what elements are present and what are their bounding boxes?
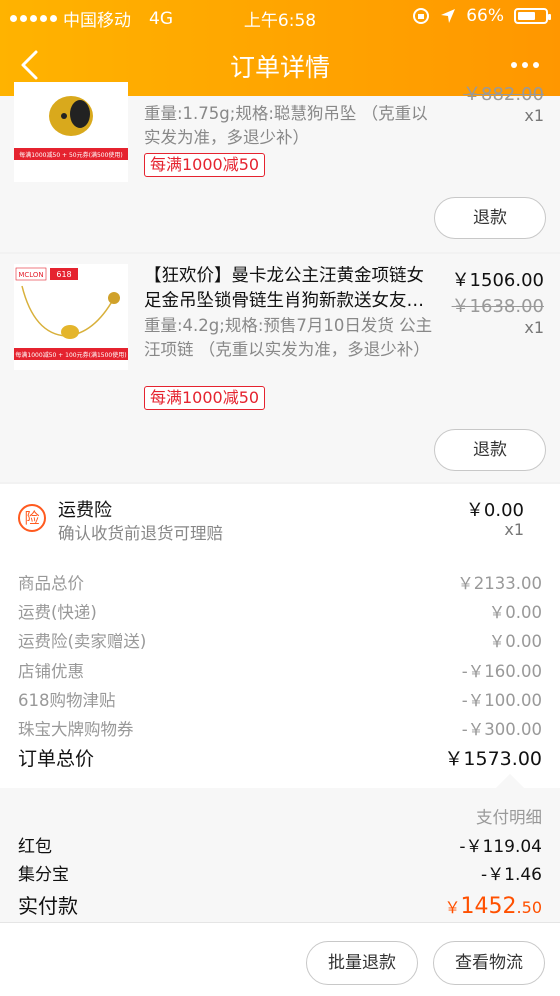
refund-button[interactable]: 退款 — [434, 429, 546, 471]
payment-row: 红包 -￥119.04 — [18, 832, 542, 857]
product-image: 每满1000减50 + 50元券(满500使用) — [14, 82, 128, 182]
summary-label: 店铺优惠 — [18, 662, 84, 681]
payment-detail-link[interactable]: 支付明细 — [476, 804, 542, 828]
view-logistics-button[interactable]: 查看物流 — [433, 941, 545, 985]
item-title[interactable]: 【狂欢价】曼卡龙公主汪黄金项链女足金吊坠锁骨链生肖狗新款送女友… — [144, 264, 440, 314]
summary-row: 618购物津贴 -￥100.00 — [18, 687, 542, 711]
promo-tag: 每满1000减50 — [144, 153, 266, 177]
summary-value: ￥0.00 — [488, 632, 542, 651]
more-dots-icon — [511, 62, 517, 68]
page-title: 订单详情 — [229, 53, 330, 82]
insurance-icon: 险 — [18, 504, 46, 532]
promo-tag: 每满1000减50 — [144, 386, 266, 410]
item-old-price: ￥882.00 — [463, 84, 544, 105]
thumb-strip: 每满1000减50 + 100元券(满1500使用) — [15, 351, 126, 359]
thumb-badge: 618 — [56, 270, 71, 279]
summary-value: -￥100.00 — [461, 691, 542, 710]
summary-value: ￥0.00 — [488, 603, 542, 622]
more-button[interactable] — [506, 46, 544, 84]
paid-label: 实付款 — [18, 894, 78, 918]
summary-label: 运费(快递) — [18, 603, 97, 622]
battery-percent: 66% — [466, 6, 504, 26]
paid-amount: ￥1452.50 — [445, 894, 542, 919]
order-summary: 险 运费险 确认收货前退货可理赔 ￥0.00 x1 商品总价 ￥2133.00 运… — [0, 484, 560, 788]
summary-value: -￥160.00 — [461, 662, 542, 681]
insurance-price: ￥0.00 — [465, 500, 524, 521]
status-icons: 66% — [412, 6, 551, 26]
order-item-2[interactable]: MCLON 618 每满1000减50 + 100元券(满1500使用) 【狂欢… — [0, 254, 560, 482]
rotation-lock-icon — [413, 8, 430, 24]
summary-value: -￥300.00 — [461, 720, 542, 739]
product-image: MCLON 618 每满1000减50 + 100元券(满1500使用) — [14, 264, 128, 370]
paid-currency: ￥ — [444, 898, 461, 917]
item-price: ￥1506.00 — [451, 270, 544, 291]
necklace-image: MCLON 618 每满1000减50 + 100元券(满1500使用) — [14, 264, 128, 370]
payment-details: 支付明细 红包 -￥119.04 集分宝 -￥1.46 实付款 ￥1452.50 — [0, 773, 560, 922]
summary-value: ￥2133.00 — [457, 574, 542, 593]
pendant-image: 每满1000减50 + 50元券(满500使用) — [14, 82, 128, 182]
payment-label: 集分宝 — [18, 865, 69, 885]
item-spec: 重量:4.2g;规格:预售7月10日发货 公主汪项链 （克重以实发为准，多退少补… — [144, 316, 433, 359]
thumb-strip: 每满1000减50 + 50元券(满500使用) — [19, 151, 123, 159]
order-item-1[interactable]: 每满1000减50 + 50元券(满500使用) 重量:1.75g;规格:聪慧狗… — [0, 82, 560, 252]
batch-refund-button[interactable]: 批量退款 — [306, 941, 418, 985]
insurance-title: 运费险 — [58, 500, 112, 521]
summary-label: 商品总价 — [18, 574, 84, 593]
item-qty: x1 — [524, 318, 544, 337]
summary-label: 运费险(卖家赠送) — [18, 632, 147, 651]
paid-integer: 1452 — [460, 894, 517, 919]
insurance-subtitle: 确认收货前退货可理赔 — [58, 524, 223, 543]
location-icon — [441, 9, 456, 23]
insurance-qty: x1 — [504, 520, 524, 539]
order-total-row: 订单总价 ￥1573.00 — [18, 744, 542, 771]
summary-row: 运费(快递) ￥0.00 — [18, 599, 542, 623]
payment-value: -￥1.46 — [481, 865, 542, 885]
payment-row: 集分宝 -￥1.46 — [18, 860, 542, 885]
summary-row: 珠宝大牌购物券 -￥300.00 — [18, 716, 542, 740]
thumb-brand: MCLON — [18, 271, 43, 279]
summary-row: 商品总价 ￥2133.00 — [18, 570, 542, 594]
payment-value: -￥119.04 — [459, 837, 542, 857]
item-old-price: ￥1638.00 — [451, 296, 544, 317]
summary-label: 珠宝大牌购物券 — [18, 720, 134, 739]
status-bar: 中国移动 4G 上午6:58 66% — [0, 0, 560, 34]
summary-row: 店铺优惠 -￥160.00 — [18, 658, 542, 682]
bottom-action-bar: 批量退款 查看物流 — [0, 922, 560, 996]
item-spec: 重量:1.75g;规格:聪慧狗吊坠 （克重以实发为准，多退少补） — [144, 104, 428, 147]
order-total-value: ￥1573.00 — [444, 748, 542, 770]
paid-decimal: .50 — [516, 898, 542, 917]
refund-button[interactable]: 退款 — [434, 197, 546, 239]
battery-icon — [514, 8, 551, 24]
paid-row: 实付款 ￥1452.50 — [18, 890, 542, 919]
payment-label: 红包 — [18, 837, 52, 857]
order-total-label: 订单总价 — [18, 748, 95, 770]
summary-row: 运费险(卖家赠送) ￥0.00 — [18, 628, 542, 652]
item-qty: x1 — [524, 106, 544, 125]
summary-label: 618购物津贴 — [18, 691, 116, 710]
